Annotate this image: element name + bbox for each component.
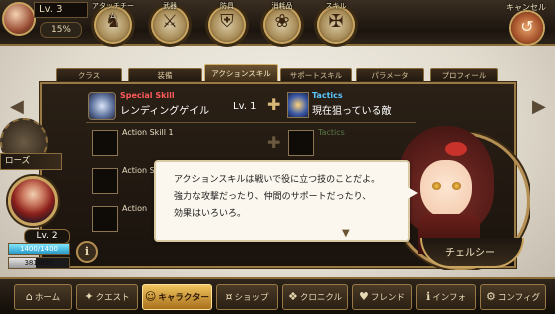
dialog-tail xyxy=(404,185,418,201)
config-icon: ⚙ xyxy=(486,290,496,303)
consumable-button[interactable]: ❀ 消耗品 xyxy=(258,0,306,44)
dialog-line-1: アクションスキルは戦いで役に立つ技のことだよ。 xyxy=(174,175,381,185)
action-skill-3-label: Action xyxy=(122,204,148,213)
tab-action-skill[interactable]: アクションスキル xyxy=(204,64,278,84)
dialog-next-icon[interactable]: ▼ xyxy=(342,228,350,239)
team-button[interactable]: ♞ アタッチチーム xyxy=(89,0,137,44)
cancel-button[interactable]: キャンセル ↺ xyxy=(497,0,555,44)
nav-chronicle[interactable]: ❖ クロニクル xyxy=(282,284,348,310)
player-level: Lv. 3 xyxy=(34,2,88,18)
player-exp-percent: 15% xyxy=(40,22,82,38)
dialog-line-3: 効果はいろいろ。 xyxy=(174,209,247,219)
friend-icon: ♥ xyxy=(359,290,369,303)
nav-friend[interactable]: ♥ フレンド xyxy=(352,284,412,310)
eye xyxy=(432,182,441,190)
tactics-title: Tactics xyxy=(312,91,343,100)
action-skill-slot-3[interactable] xyxy=(92,206,118,232)
character-name: ローズ xyxy=(0,153,62,170)
exp-bar: 381/850 xyxy=(8,257,70,269)
tactics-icon[interactable] xyxy=(287,92,309,118)
chelsea-face xyxy=(420,160,472,218)
weapon-icon: ⚔ xyxy=(161,11,179,32)
skill-button[interactable]: ✠ スキル xyxy=(312,0,360,44)
character-icon: ☺ xyxy=(144,290,157,303)
action-skill-slot-2[interactable] xyxy=(92,168,118,194)
next-arrow-icon[interactable]: ▶ xyxy=(532,96,546,117)
quest-icon: ✦ xyxy=(84,290,94,303)
nav-shop[interactable]: ¤ ショップ xyxy=(216,284,278,310)
ribbon xyxy=(445,142,467,156)
tactics-slot-1[interactable] xyxy=(288,130,314,156)
armor-icon: ⛨ xyxy=(220,11,234,32)
armor-button[interactable]: ⛨ 防具 xyxy=(203,0,251,44)
speaker-name: チェルシー xyxy=(445,248,495,259)
info-icon[interactable]: i xyxy=(76,241,98,263)
skill-icon: ✠ xyxy=(328,11,344,32)
divider xyxy=(86,122,416,123)
dialog-line-2: 強力な攻撃だったり、仲間のサポートだったり、 xyxy=(174,192,372,202)
weapon-button[interactable]: ⚔ 武器 xyxy=(146,0,194,44)
nav-config[interactable]: ⚙ コンフィグ xyxy=(480,284,546,310)
eye xyxy=(452,182,461,190)
action-skill-1-label: Action Skill 1 xyxy=(122,128,174,137)
tactics-name: 現在狙っている敵 xyxy=(312,106,392,117)
dialog-bubble[interactable]: アクションスキルは戦いで役に立つ技のことだよ。 強力な攻撃だったり、仲間のサポー… xyxy=(154,160,410,242)
character-level: Lv. 2 xyxy=(24,229,70,244)
plus-icon: ✚ xyxy=(267,133,281,152)
hp-bar: 1400/1400 xyxy=(8,243,70,255)
tactics-1-label: Tactics xyxy=(318,128,345,137)
action-skill-2-label: Action S xyxy=(122,166,155,175)
nav-quest[interactable]: ✦ クエスト xyxy=(76,284,138,310)
nav-character[interactable]: ☺ キャラクター xyxy=(142,284,212,310)
consumable-icon: ❀ xyxy=(274,11,290,32)
nav-info[interactable]: ℹ インフォ xyxy=(416,284,476,310)
plus-icon: ✚ xyxy=(267,95,281,114)
chronicle-icon: ❖ xyxy=(287,290,298,303)
return-icon: ↺ xyxy=(520,17,534,36)
info-nav-icon: ℹ xyxy=(426,290,431,303)
special-skill-icon[interactable] xyxy=(88,92,116,120)
player-avatar[interactable] xyxy=(2,2,36,36)
prev-arrow-icon[interactable]: ◀ xyxy=(10,96,24,117)
action-skill-slot-1[interactable] xyxy=(92,130,118,156)
nav-home[interactable]: ⌂ ホーム xyxy=(14,284,72,310)
home-icon: ⌂ xyxy=(25,290,33,303)
shop-icon: ¤ xyxy=(225,290,233,303)
special-skill-level: Lv. 1 xyxy=(233,101,257,112)
special-skill-name: レンディングゲイル xyxy=(120,106,210,117)
special-skill-title: Special Skill xyxy=(120,91,175,100)
character-portrait[interactable] xyxy=(8,176,58,226)
